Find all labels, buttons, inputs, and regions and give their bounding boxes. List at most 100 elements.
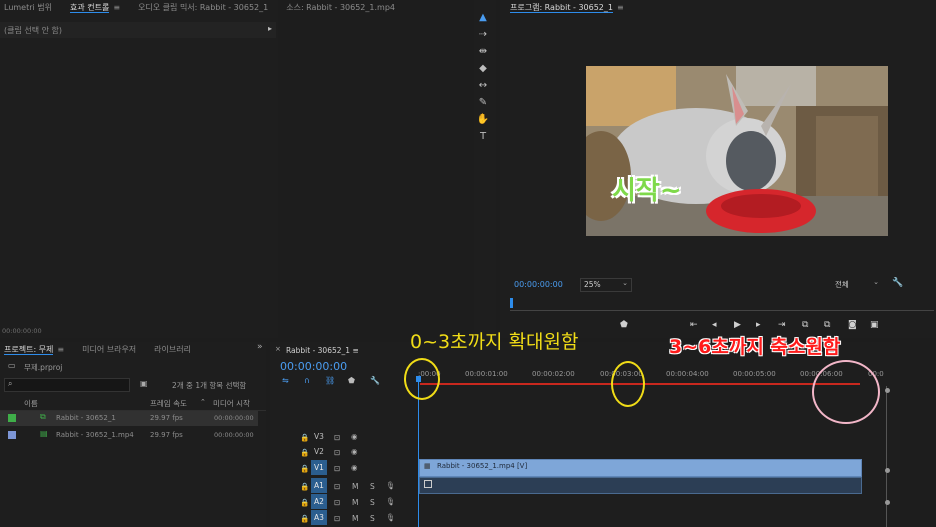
- pen-tool-icon[interactable]: ✎: [474, 95, 492, 109]
- lock-icon[interactable]: 🔒: [300, 464, 309, 473]
- tab-libraries[interactable]: 라이브러리: [154, 344, 191, 355]
- solo-icon[interactable]: S: [370, 514, 375, 523]
- mute-icon[interactable]: M: [352, 482, 358, 491]
- video-clip[interactable]: ▦ Rabbit - 30652_1.mp4 [V]: [419, 459, 862, 477]
- tab-effect-controls[interactable]: 효과 컨트롤 ≡: [70, 2, 120, 13]
- video-frame: 시작~: [586, 66, 888, 236]
- audio-clip[interactable]: [419, 477, 862, 494]
- sequence-tab[interactable]: Rabbit - 30652_1 ≡: [286, 346, 359, 355]
- razor-tool-icon[interactable]: ◆: [474, 61, 492, 75]
- tab-program[interactable]: 프로그램: Rabbit - 30652_1 ≡: [510, 2, 624, 13]
- annotation-circle-3s: [611, 361, 645, 407]
- microphone-icon[interactable]: 🎙: [386, 513, 396, 522]
- tab-project[interactable]: 프로젝트: 무제 ≡: [4, 344, 64, 355]
- step-forward-icon[interactable]: ▸: [756, 320, 761, 330]
- project-search-input[interactable]: ⌕: [4, 378, 130, 392]
- track-a2[interactable]: A2: [311, 494, 327, 509]
- magnet-icon[interactable]: ∩: [304, 376, 310, 385]
- snap-icon[interactable]: ⇋: [282, 376, 289, 385]
- type-tool-icon[interactable]: T: [474, 129, 492, 143]
- track-v3[interactable]: V3: [311, 429, 327, 444]
- quality-dropdown[interactable]: 전체 ⌄: [832, 278, 882, 290]
- close-icon[interactable]: ×: [275, 345, 281, 353]
- list-item[interactable]: ▤ Rabbit - 30652_1.mp4 29.97 fps 00:00:0…: [0, 428, 258, 443]
- eye-icon[interactable]: ◉: [351, 432, 358, 441]
- eye-icon[interactable]: ◉: [351, 447, 358, 456]
- go-to-out-icon[interactable]: ⇥: [778, 320, 786, 330]
- track-select-tool-icon[interactable]: ⇢: [474, 27, 492, 41]
- timeline-scrollbar[interactable]: [886, 386, 891, 527]
- tab-lumetri-scopes[interactable]: Lumetri 범위: [4, 2, 52, 13]
- sync-icon[interactable]: ⊡: [334, 464, 340, 473]
- item-name: Rabbit - 30652_1: [56, 414, 116, 422]
- mute-icon[interactable]: M: [352, 498, 358, 507]
- timeline-timecode[interactable]: 00:00:00:00: [280, 360, 347, 373]
- track-a3[interactable]: A3: [311, 510, 327, 525]
- column-name[interactable]: 이름: [24, 398, 38, 409]
- playhead-marker[interactable]: [510, 298, 513, 308]
- panel-menu-icon[interactable]: ≡: [352, 346, 358, 355]
- camera-icon[interactable]: ◙: [848, 320, 857, 330]
- track-v2[interactable]: V2: [311, 444, 327, 459]
- panel-menu-icon[interactable]: ≡: [57, 345, 64, 354]
- tab-media-browser[interactable]: 미디어 브라우저: [82, 344, 136, 355]
- extract-icon[interactable]: ⧉: [824, 320, 830, 330]
- sync-icon[interactable]: ⊡: [334, 448, 340, 457]
- panel-menu-icon[interactable]: ≡: [617, 3, 624, 12]
- marker-icon[interactable]: ⬟: [620, 320, 628, 330]
- track-a1[interactable]: A1: [311, 478, 327, 493]
- solo-icon[interactable]: S: [370, 482, 375, 491]
- item-fps: 29.97 fps: [150, 431, 183, 439]
- program-timecode[interactable]: 00:00:00:00: [514, 280, 563, 289]
- lock-icon[interactable]: 🔒: [300, 448, 309, 457]
- selection-tool-icon[interactable]: ▲: [474, 10, 492, 24]
- microphone-icon[interactable]: 🎙: [386, 497, 396, 506]
- program-tabbar: 프로그램: Rabbit - 30652_1 ≡: [510, 0, 642, 14]
- expand-arrow-icon[interactable]: ▸: [268, 24, 272, 33]
- solo-icon[interactable]: S: [370, 498, 375, 507]
- scroll-handle-icon[interactable]: [885, 468, 890, 473]
- sync-icon[interactable]: ⊡: [334, 482, 340, 491]
- tab-source[interactable]: 소스: Rabbit - 30652_1.mp4: [286, 2, 395, 13]
- effect-controls-panel: Lumetri 범위 효과 컨트롤 ≡ 오디오 클립 믹서: Rabbit - 3…: [0, 0, 395, 338]
- go-to-in-icon[interactable]: ⇤: [690, 320, 698, 330]
- eye-icon[interactable]: ◉: [351, 463, 358, 472]
- add-marker-icon[interactable]: ⬟: [348, 376, 355, 385]
- linked-selection-icon[interactable]: ⛓: [325, 376, 335, 385]
- column-header-row: 이름 프레임 속도 ⌃ 미디어 시작: [0, 398, 266, 411]
- panel-menu-icon[interactable]: ≡: [113, 3, 120, 12]
- item-fps: 29.97 fps: [150, 414, 183, 422]
- play-icon[interactable]: ▶: [734, 320, 741, 330]
- mute-icon[interactable]: M: [352, 514, 358, 523]
- lock-icon[interactable]: 🔒: [300, 433, 309, 442]
- panel-expand-icon[interactable]: »: [257, 342, 263, 352]
- track-v1[interactable]: V1: [311, 460, 327, 475]
- playhead[interactable]: [418, 378, 419, 527]
- hand-tool-icon[interactable]: ✋: [474, 112, 492, 126]
- slip-tool-icon[interactable]: ↔: [474, 78, 492, 92]
- zoom-dropdown[interactable]: 25% ⌄: [580, 278, 632, 292]
- sync-icon[interactable]: ⊡: [334, 514, 340, 523]
- column-media-start[interactable]: 미디어 시작: [213, 398, 250, 409]
- sort-ascending-icon[interactable]: ⌃: [200, 398, 206, 406]
- tab-audio-clip-mixer[interactable]: 오디오 클립 믹서: Rabbit - 30652_1: [138, 2, 268, 13]
- ripple-edit-tool-icon[interactable]: ⇹: [474, 44, 492, 58]
- program-scrubber[interactable]: [510, 298, 934, 311]
- wrench-icon[interactable]: 🔧: [370, 376, 380, 385]
- lock-icon[interactable]: 🔒: [300, 498, 309, 507]
- comparison-view-icon[interactable]: ▣: [870, 320, 879, 330]
- program-monitor: 프로그램: Rabbit - 30652_1 ≡ 시작~ 00:00:00:00 …: [500, 0, 936, 338]
- scroll-handle-icon[interactable]: [885, 388, 890, 393]
- scroll-handle-icon[interactable]: [885, 500, 890, 505]
- column-frame-rate[interactable]: 프레임 속도: [150, 398, 187, 409]
- lock-icon[interactable]: 🔒: [300, 482, 309, 491]
- lift-icon[interactable]: ⧉: [802, 320, 808, 330]
- sync-icon[interactable]: ⊡: [334, 433, 340, 442]
- bin-icon[interactable]: ▣: [140, 379, 148, 388]
- list-item[interactable]: ⧉ Rabbit - 30652_1 29.97 fps 00:00:00:00: [0, 411, 258, 426]
- wrench-icon[interactable]: 🔧: [892, 278, 903, 288]
- step-back-icon[interactable]: ◂: [712, 320, 717, 330]
- microphone-icon[interactable]: 🎙: [386, 481, 396, 490]
- sync-icon[interactable]: ⊡: [334, 498, 340, 507]
- lock-icon[interactable]: 🔒: [300, 514, 309, 523]
